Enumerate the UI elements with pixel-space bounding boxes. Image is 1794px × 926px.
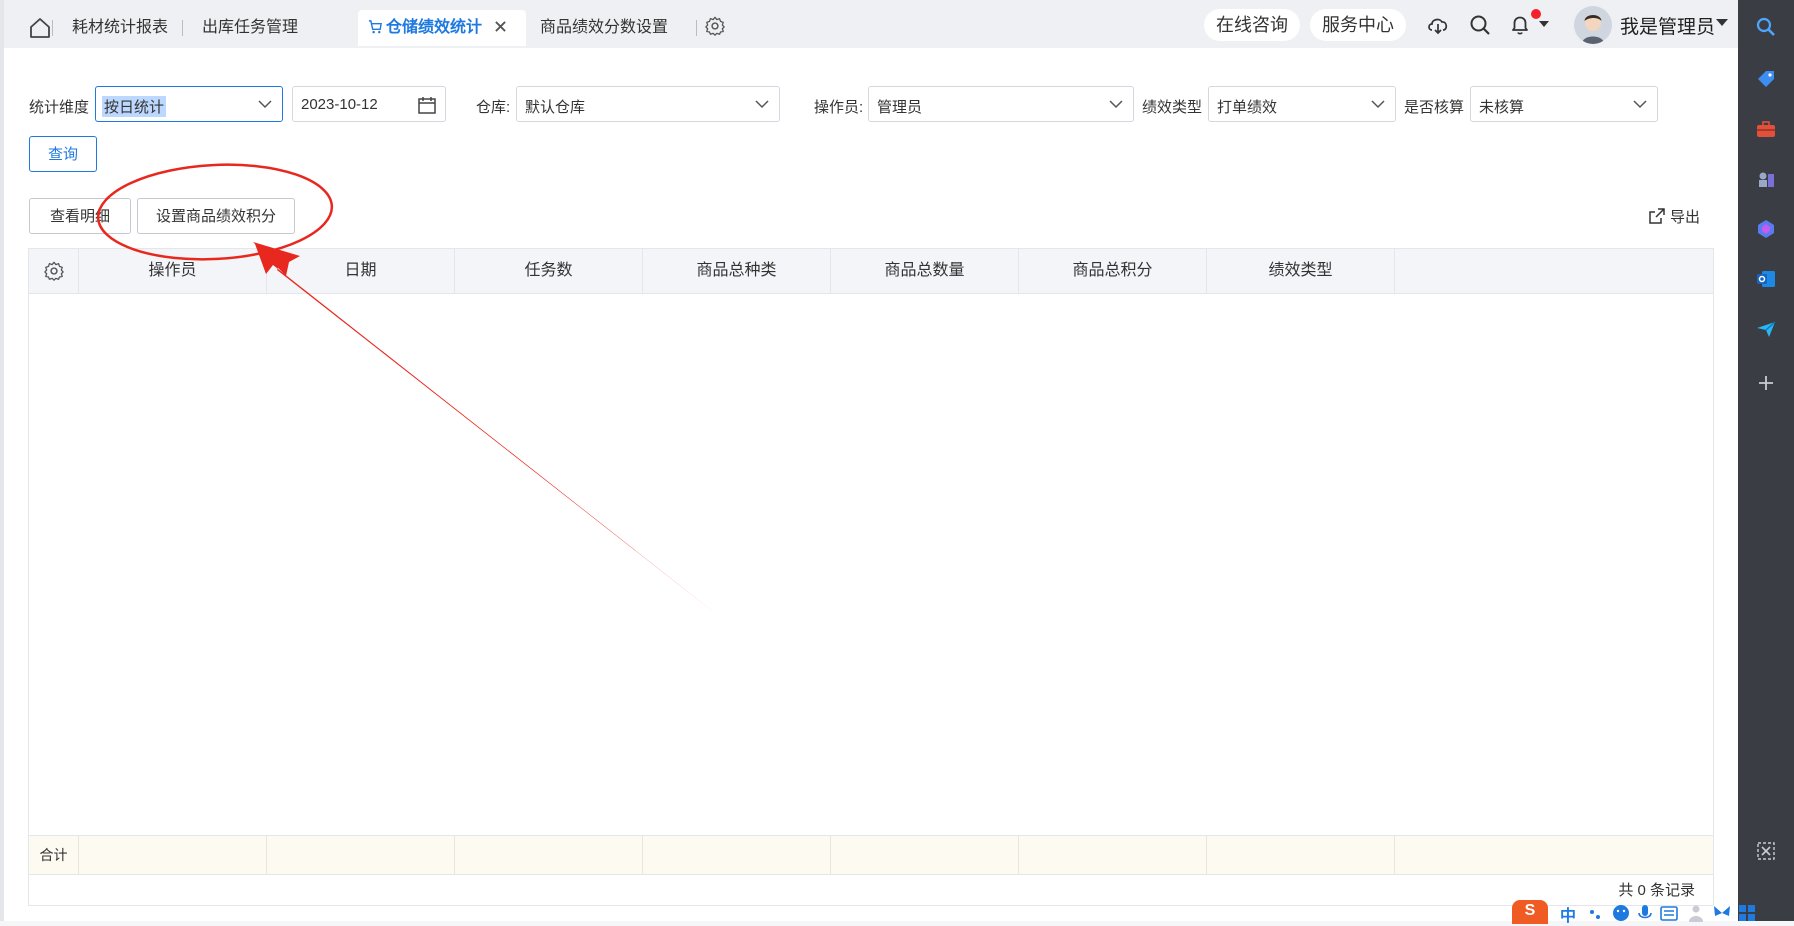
table-footer-total-row: 合计 (29, 835, 1713, 875)
user-name[interactable]: 我是管理员 (1620, 12, 1715, 39)
total-cell (79, 836, 267, 874)
user-icon[interactable] (1688, 904, 1704, 922)
top-bar: 耗材统计报表 出库任务管理 仓储绩效统计 商品绩效分数设置 在线咨询 服务中心 (4, 0, 1738, 48)
column-product-kinds[interactable]: 商品总种类 (643, 249, 831, 293)
performance-type-select[interactable]: 打单绩效 (1208, 86, 1396, 122)
search-icon[interactable] (1468, 13, 1492, 37)
right-sidebar (1738, 0, 1794, 921)
total-cell (455, 836, 643, 874)
chevron-down-icon (755, 100, 769, 109)
home-icon[interactable] (28, 16, 52, 40)
query-button[interactable]: 查询 (29, 136, 97, 172)
tab-separator (182, 20, 183, 36)
set-product-score-button[interactable]: 设置商品绩效积分 (137, 198, 295, 234)
total-cell (267, 836, 455, 874)
copilot-icon[interactable] (1755, 218, 1777, 240)
chess-icon[interactable] (1755, 168, 1777, 190)
total-label: 合计 (29, 836, 79, 874)
online-consult-button[interactable]: 在线咨询 (1204, 9, 1300, 41)
table-header: 操作员 日期 任务数 商品总种类 商品总数量 商品总积分 绩效类型 (29, 249, 1713, 294)
microphone-icon[interactable] (1638, 904, 1652, 922)
column-task-count[interactable]: 任务数 (455, 249, 643, 293)
audited-value: 未核算 (1479, 99, 1525, 116)
tab-warehouse-performance[interactable]: 仓储绩效统计 (358, 10, 526, 46)
operator-label: 操作员: (814, 99, 864, 116)
column-performance-type[interactable]: 绩效类型 (1207, 249, 1395, 293)
close-icon[interactable] (495, 21, 507, 32)
audited-label: 是否核算 (1404, 99, 1465, 116)
column-date[interactable]: 日期 (267, 249, 455, 293)
total-cell (1207, 836, 1395, 874)
warehouse-value: 默认仓库 (525, 99, 586, 116)
grid-icon[interactable] (1738, 904, 1756, 922)
tab-separator (696, 20, 697, 36)
plus-icon[interactable] (1755, 372, 1777, 394)
search-icon[interactable] (1755, 16, 1777, 38)
column-settings-cell[interactable] (29, 249, 79, 293)
tab-outbound-tasks[interactable]: 出库任务管理 (202, 10, 298, 46)
warehouse-select[interactable]: 默认仓库 (516, 86, 780, 122)
cart-icon (368, 20, 382, 34)
bell-icon[interactable] (1508, 13, 1532, 37)
emoji-icon[interactable] (1612, 904, 1630, 922)
performance-type-value: 打单绩效 (1217, 99, 1278, 116)
record-count: 共 0 条记录 (1618, 882, 1695, 899)
export-button[interactable]: 导出 (1648, 206, 1700, 227)
dimension-value: 按日统计 (102, 96, 167, 117)
butterfly-icon[interactable] (1712, 904, 1732, 922)
send-icon[interactable] (1755, 318, 1777, 340)
operator-value: 管理员 (877, 99, 923, 116)
export-label: 导出 (1670, 209, 1701, 226)
chevron-down-icon (1633, 100, 1647, 109)
date-picker[interactable]: 2023-10-12 (292, 86, 446, 122)
date-value: 2023-10-12 (301, 96, 378, 113)
column-operator[interactable]: 操作员 (79, 249, 267, 293)
operator-select[interactable]: 管理员 (868, 86, 1134, 122)
tag-icon[interactable] (1755, 68, 1777, 90)
chevron-down-icon (258, 100, 272, 109)
chevron-down-icon[interactable] (1538, 19, 1550, 29)
total-cell (643, 836, 831, 874)
gear-icon[interactable] (704, 15, 726, 37)
screenshot-icon[interactable] (1755, 840, 1777, 862)
user-avatar-icon (1574, 6, 1612, 44)
column-product-score[interactable]: 商品总积分 (1019, 249, 1207, 293)
punctuation-icon[interactable] (1588, 906, 1604, 922)
dimension-label: 统计维度 (29, 99, 90, 116)
tab-product-score-settings[interactable]: 商品绩效分数设置 (540, 10, 668, 46)
chevron-down-icon (1371, 100, 1385, 109)
service-center-button[interactable]: 服务中心 (1310, 9, 1406, 41)
toolbox-icon[interactable] (1755, 118, 1777, 140)
column-product-quantity[interactable]: 商品总数量 (831, 249, 1019, 293)
audited-select[interactable]: 未核算 (1470, 86, 1658, 122)
tab-label: 仓储绩效统计 (386, 19, 483, 36)
outlook-icon[interactable] (1755, 268, 1777, 290)
user-menu-caret-icon[interactable] (1716, 19, 1728, 26)
avatar[interactable] (1574, 6, 1612, 44)
gear-icon[interactable] (43, 260, 65, 282)
keyboard-icon[interactable] (1660, 904, 1678, 922)
dimension-select[interactable]: 按日统计 (95, 86, 283, 122)
view-detail-button[interactable]: 查看明细 (29, 198, 131, 234)
performance-type-label: 绩效类型 (1142, 99, 1203, 116)
chevron-down-icon (1109, 100, 1123, 109)
total-cell (831, 836, 1019, 874)
ime-mode[interactable]: 中 (1560, 902, 1576, 926)
calendar-icon[interactable] (417, 95, 437, 115)
warehouse-label: 仓库: (476, 99, 511, 116)
performance-table: 操作员 日期 任务数 商品总种类 商品总数量 商品总积分 绩效类型 合计 共 0… (28, 248, 1714, 906)
ime-logo[interactable]: S (1512, 900, 1548, 924)
export-icon (1649, 208, 1665, 224)
cloud-download-icon[interactable] (1426, 13, 1450, 37)
notification-dot (1531, 9, 1541, 19)
tab-separator (52, 20, 53, 36)
main-window: 耗材统计报表 出库任务管理 仓储绩效统计 商品绩效分数设置 在线咨询 服务中心 (4, 0, 1738, 921)
tab-consumables-report[interactable]: 耗材统计报表 (72, 10, 168, 46)
total-cell (1019, 836, 1207, 874)
